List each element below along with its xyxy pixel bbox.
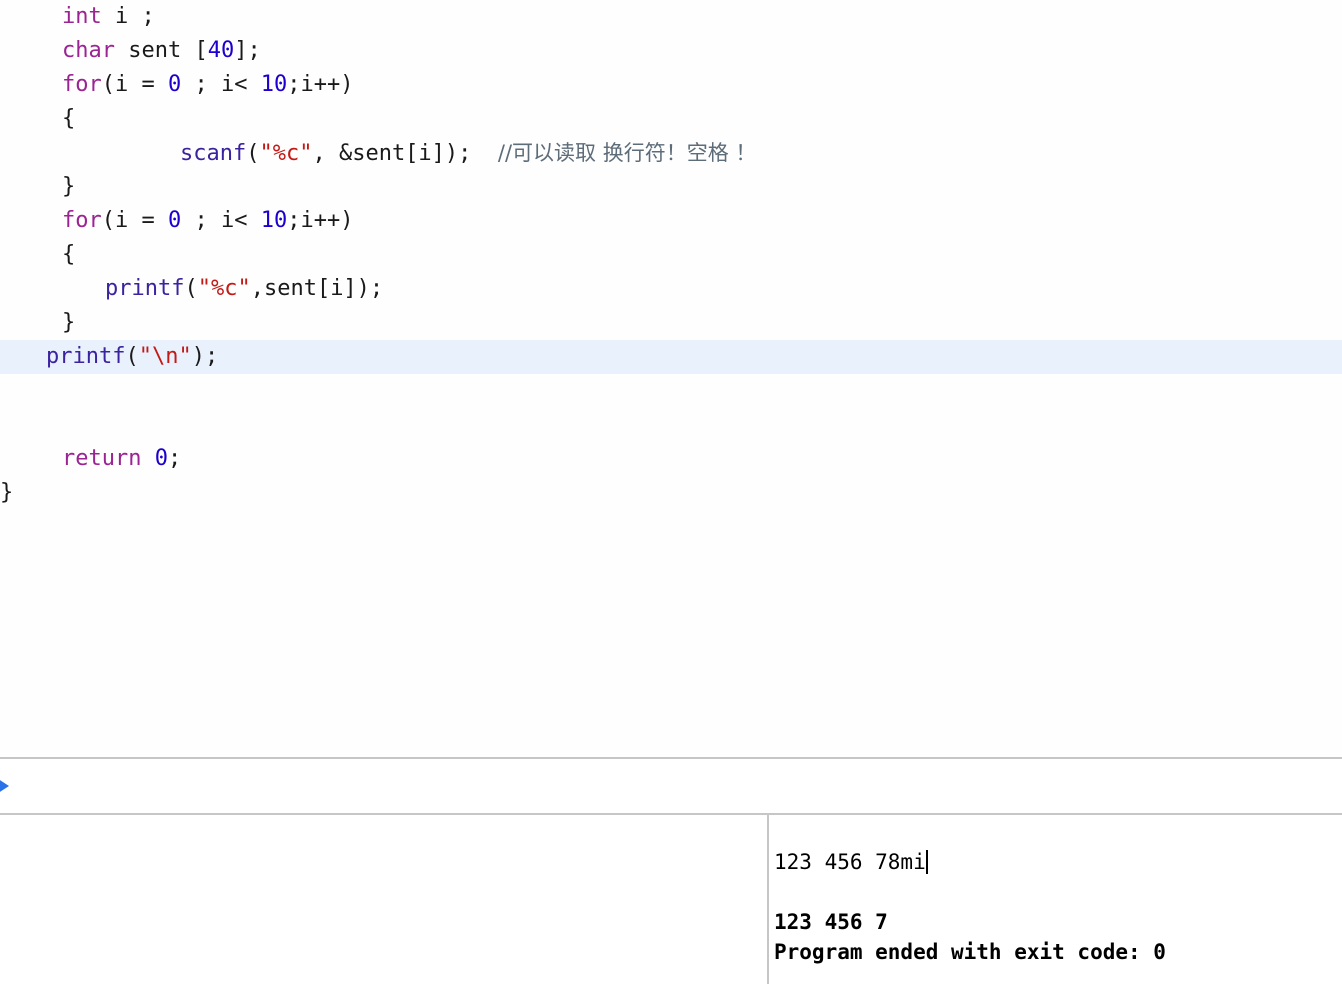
play-triangle-icon[interactable] bbox=[0, 775, 9, 797]
code-token-plain: ,sent[i]); bbox=[250, 276, 384, 301]
code-token-plain: (i = bbox=[101, 208, 168, 233]
code-line[interactable]: printf("%c",sent[i]); bbox=[0, 272, 1342, 306]
text-caret bbox=[925, 850, 928, 874]
code-token-kw: char bbox=[62, 38, 115, 63]
code-line[interactable]: { bbox=[0, 238, 1342, 272]
console-input-text: 123 456 78mi bbox=[774, 850, 926, 874]
debug-toolbar[interactable] bbox=[0, 757, 1342, 815]
code-line[interactable]: return 0; bbox=[0, 442, 1342, 476]
code-line[interactable]: char sent [40]; bbox=[0, 34, 1342, 68]
console-output-pane[interactable]: 123 456 78mi 123 456 7 Program ended with… bbox=[769, 815, 1342, 984]
console-output-lines: 123 456 7 Program ended with exit code: 0 bbox=[774, 907, 1342, 967]
code-token-plain: ; i< bbox=[181, 72, 261, 97]
code-line[interactable]: scanf("%c", &sent[i]); //可以读取 换行符！空格 ！ bbox=[0, 136, 1342, 170]
debug-bottom-area: 123 456 78mi 123 456 7 Program ended with… bbox=[0, 815, 1342, 984]
code-token-kw: for bbox=[62, 72, 102, 97]
code-token-kw: return bbox=[62, 446, 142, 471]
console-output-line: Program ended with exit code: 0 bbox=[774, 940, 1166, 964]
code-token-plain: sent [ bbox=[114, 38, 208, 63]
code-token-plain: ( bbox=[184, 276, 198, 301]
code-token-str: "%c" bbox=[259, 141, 313, 166]
code-token-plain: { bbox=[62, 242, 76, 267]
code-token-plain: ( bbox=[125, 344, 139, 369]
code-token-plain: ( bbox=[246, 141, 260, 166]
code-token-plain: i ; bbox=[101, 4, 155, 29]
code-token-plain: } bbox=[62, 310, 76, 335]
code-line[interactable] bbox=[0, 408, 1342, 442]
code-token-kw: int bbox=[62, 4, 102, 29]
code-line[interactable]: } bbox=[0, 170, 1342, 204]
code-token-kw: for bbox=[62, 208, 102, 233]
code-token-plain: ;i++) bbox=[287, 208, 354, 233]
code-token-str: "%c" bbox=[197, 276, 251, 301]
code-token-plain: ; i< bbox=[181, 208, 261, 233]
console-spacer bbox=[774, 877, 1342, 907]
code-token-comment: //可以读取 换行符！空格 ！ bbox=[497, 141, 757, 165]
code-line[interactable]: } bbox=[0, 476, 1342, 510]
console-output-line: 123 456 7 bbox=[774, 910, 888, 934]
console-input-line[interactable]: 123 456 78mi bbox=[774, 815, 1342, 877]
code-line[interactable]: for(i = 0 ; i< 10;i++) bbox=[0, 204, 1342, 238]
code-line[interactable]: int i ; bbox=[0, 0, 1342, 34]
code-token-plain: } bbox=[0, 480, 14, 505]
code-editor[interactable]: int i ; char sent [40]; for(i = 0 ; i< 10;… bbox=[0, 0, 1342, 757]
code-token-plain: ]; bbox=[234, 38, 261, 63]
code-token-plain: ; bbox=[167, 446, 182, 471]
code-token-num: 40 bbox=[207, 38, 235, 63]
code-token-fn: printf bbox=[105, 276, 185, 301]
code-token-num: 10 bbox=[260, 208, 288, 233]
code-token-plain: (i = bbox=[101, 72, 168, 97]
code-line[interactable]: for(i = 0 ; i< 10;i++) bbox=[0, 68, 1342, 102]
code-token-plain: ;i++) bbox=[287, 72, 354, 97]
code-line-list: int i ; char sent [40]; for(i = 0 ; i< 10;… bbox=[0, 0, 1342, 510]
variables-pane[interactable] bbox=[0, 815, 767, 984]
code-token-num: 0 bbox=[167, 72, 182, 97]
code-line[interactable]: } bbox=[0, 306, 1342, 340]
code-token-str: "\n" bbox=[138, 344, 192, 369]
code-token-plain: ); bbox=[191, 344, 219, 369]
code-token-plain: } bbox=[62, 174, 76, 199]
code-token-num: 0 bbox=[167, 208, 182, 233]
code-token-num: 0 bbox=[154, 446, 168, 471]
code-token-plain: { bbox=[62, 106, 76, 131]
code-token-fn: printf bbox=[46, 344, 126, 369]
code-line[interactable]: printf("\n"); bbox=[0, 340, 1342, 374]
code-token-plain: , &sent[i]); bbox=[312, 141, 498, 166]
code-line[interactable] bbox=[0, 374, 1342, 408]
code-token-num: 10 bbox=[260, 72, 288, 97]
code-token-fn: scanf bbox=[180, 141, 247, 166]
code-line[interactable]: { bbox=[0, 102, 1342, 136]
